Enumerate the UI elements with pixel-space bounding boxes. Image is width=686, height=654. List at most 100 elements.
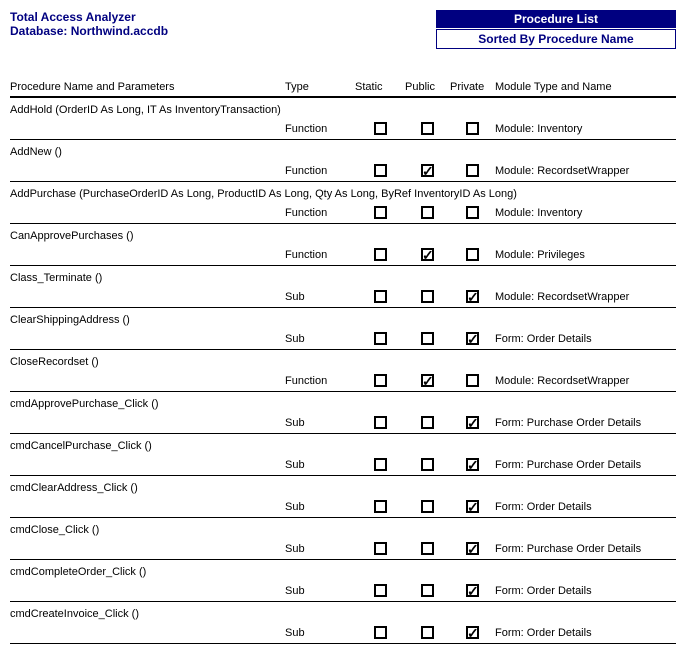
static-checkbox xyxy=(355,290,405,303)
procedure-group: cmdClose_Click () Sub Form: Purchase Order… xyxy=(10,518,676,560)
col-type: Type xyxy=(285,81,355,93)
procedure-row: SubForm: Order Details xyxy=(10,498,676,515)
public-checkbox xyxy=(405,374,450,387)
procedure-row: Function Module: Inventory xyxy=(10,120,676,137)
static-checkbox xyxy=(355,122,405,135)
public-checkbox xyxy=(405,206,450,219)
type-value: Sub xyxy=(285,585,355,597)
private-checkbox xyxy=(450,164,495,177)
procedure-name: cmdCreateInvoice_Click () xyxy=(10,608,676,624)
type-value: Function xyxy=(285,375,355,387)
col-static: Static xyxy=(355,81,405,93)
private-checkbox xyxy=(450,332,495,345)
static-checkbox xyxy=(355,206,405,219)
procedure-group: cmdCancelPurchase_Click ()SubForm: Purch… xyxy=(10,434,676,476)
procedure-name: cmdApprovePurchase_Click () xyxy=(10,398,676,414)
module-value: Module: RecordsetWrapper xyxy=(495,165,676,177)
public-checkbox xyxy=(405,290,450,303)
static-checkbox xyxy=(355,248,405,261)
static-checkbox xyxy=(355,584,405,597)
procedure-name: CanApprovePurchases () xyxy=(10,230,676,246)
type-value: Sub xyxy=(285,333,355,345)
procedure-group: cmdCreateInvoice_Click () Sub Form: Order … xyxy=(10,602,676,644)
procedure-row: Sub Form: Purchase Order Details xyxy=(10,540,676,557)
public-checkbox xyxy=(405,122,450,135)
private-checkbox xyxy=(450,500,495,513)
static-checkbox xyxy=(355,626,405,639)
row-divider xyxy=(10,643,676,644)
procedure-group: CanApprovePurchases () Function Module: Pr… xyxy=(10,224,676,266)
type-value: Function xyxy=(285,123,355,135)
private-checkbox xyxy=(450,626,495,639)
type-value: Function xyxy=(285,165,355,177)
static-checkbox xyxy=(355,332,405,345)
procedure-group: cmdApprovePurchase_Click ()SubForm: Purc… xyxy=(10,392,676,434)
database-line: Database: Northwind.accdb xyxy=(10,24,168,38)
procedure-group: AddNew ()FunctionModule: RecordsetWrappe… xyxy=(10,140,676,182)
static-checkbox xyxy=(355,374,405,387)
public-checkbox xyxy=(405,248,450,261)
module-value: Module: RecordsetWrapper xyxy=(495,291,676,303)
type-value: Function xyxy=(285,249,355,261)
type-value: Sub xyxy=(285,501,355,513)
procedure-name: cmdClose_Click () xyxy=(10,524,676,540)
public-checkbox xyxy=(405,164,450,177)
procedure-group: CloseRecordset ()FunctionModule: Records… xyxy=(10,350,676,392)
procedure-name: AddPurchase (PurchaseOrderID As Long, Pr… xyxy=(10,188,676,204)
procedure-name: Class_Terminate () xyxy=(10,272,676,288)
public-checkbox xyxy=(405,500,450,513)
procedure-row: Function Module: RecordsetWrapper xyxy=(10,162,676,179)
col-public: Public xyxy=(405,81,450,93)
procedure-row: Sub Module: RecordsetWrapper xyxy=(10,288,676,305)
col-name: Procedure Name and Parameters xyxy=(10,81,285,93)
static-checkbox xyxy=(355,458,405,471)
type-value: Sub xyxy=(285,291,355,303)
public-checkbox xyxy=(405,332,450,345)
type-value: Sub xyxy=(285,627,355,639)
procedure-row: FunctionModule: RecordsetWrapper xyxy=(10,372,676,389)
procedure-row: SubForm: Order Details xyxy=(10,330,676,347)
private-checkbox xyxy=(450,290,495,303)
procedure-group: cmdCompleteOrder_Click () Sub Form: Order … xyxy=(10,560,676,602)
static-checkbox xyxy=(355,500,405,513)
public-checkbox xyxy=(405,542,450,555)
procedure-row: Function Module: Inventory xyxy=(10,204,676,221)
procedure-row: Function Module: Privileges xyxy=(10,246,676,263)
module-value: Module: Inventory xyxy=(495,123,676,135)
db-label: Database: xyxy=(10,24,67,38)
public-checkbox xyxy=(405,416,450,429)
procedure-group: Class_Terminate () Sub Module: RecordsetWr… xyxy=(10,266,676,308)
procedure-name: ClearShippingAddress () xyxy=(10,314,676,330)
report-subtitle: Sorted By Procedure Name xyxy=(436,29,676,49)
module-value: Module: Privileges xyxy=(495,249,676,261)
procedure-row: Sub Form: Order Details xyxy=(10,582,676,599)
public-checkbox xyxy=(405,626,450,639)
report-title: Procedure List xyxy=(436,10,676,28)
procedure-row: SubForm: Purchase Order Details xyxy=(10,456,676,473)
db-name: Northwind.accdb xyxy=(71,24,168,38)
procedure-name: cmdCompleteOrder_Click () xyxy=(10,566,676,582)
static-checkbox xyxy=(355,416,405,429)
static-checkbox xyxy=(355,164,405,177)
procedure-group: ClearShippingAddress ()SubForm: Order De… xyxy=(10,308,676,350)
private-checkbox xyxy=(450,374,495,387)
public-checkbox xyxy=(405,458,450,471)
procedure-group: AddPurchase (PurchaseOrderID As Long, Pr… xyxy=(10,182,676,224)
module-value: Form: Purchase Order Details xyxy=(495,417,676,429)
type-value: Sub xyxy=(285,543,355,555)
module-value: Form: Order Details xyxy=(495,585,676,597)
col-private: Private xyxy=(450,81,495,93)
private-checkbox xyxy=(450,584,495,597)
private-checkbox xyxy=(450,542,495,555)
procedure-row: Sub Form: Order Details xyxy=(10,624,676,641)
public-checkbox xyxy=(405,584,450,597)
procedure-name: AddHold (OrderID As Long, IT As Inventor… xyxy=(10,104,676,120)
module-value: Form: Purchase Order Details xyxy=(495,459,676,471)
type-value: Function xyxy=(285,207,355,219)
module-value: Module: Inventory xyxy=(495,207,676,219)
private-checkbox xyxy=(450,248,495,261)
module-value: Form: Order Details xyxy=(495,627,676,639)
private-checkbox xyxy=(450,458,495,471)
private-checkbox xyxy=(450,416,495,429)
module-value: Form: Purchase Order Details xyxy=(495,543,676,555)
